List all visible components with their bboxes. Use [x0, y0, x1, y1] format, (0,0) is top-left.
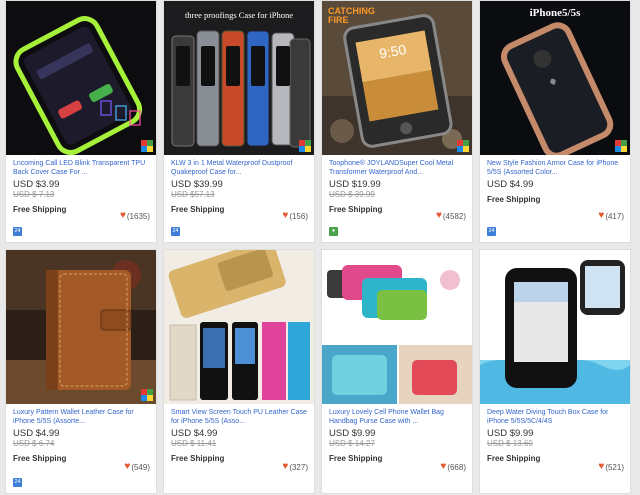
like-count[interactable]: ♥ (327)	[282, 462, 308, 472]
heart-icon[interactable]: ♥	[120, 211, 126, 221]
original-price: USD $ 6.74	[13, 439, 55, 448]
24-hour-icon: 24	[171, 227, 180, 236]
like-count[interactable]: ♥ (4582)	[436, 211, 466, 221]
like-count-text: (327)	[289, 462, 308, 472]
product-image[interactable]	[164, 250, 314, 404]
product-card[interactable]: 9:50 CATCHING FIRE Toophone® JOYLANDSupe…	[321, 0, 473, 243]
product-title[interactable]: Lncoming Call LED Blink Transparent TPU …	[13, 159, 150, 177]
product-title[interactable]: Deep Water Diving Touch Box Case for iPh…	[487, 408, 624, 426]
product-card[interactable]: Smart View Screen Touch PU Leather Case …	[163, 249, 315, 494]
heart-icon[interactable]: ♥	[598, 462, 604, 472]
product-title[interactable]: New Style Fashion Armor Case for iPhone …	[487, 159, 624, 177]
original-price: USD $57.13	[171, 190, 215, 199]
image-caption: iPhone5/5s	[529, 7, 581, 19]
product-title[interactable]: Luxury Lovely Cell Phone Wallet Bag Hand…	[329, 408, 466, 426]
product-image[interactable]	[6, 1, 156, 155]
product-image[interactable]	[480, 250, 630, 404]
product-price: USD $39.99	[171, 179, 223, 190]
like-count[interactable]: ♥ (549)	[124, 462, 150, 472]
like-count[interactable]: ♥ (156)	[282, 211, 308, 221]
product-title[interactable]: Smart View Screen Touch PU Leather Case …	[171, 408, 308, 426]
like-count[interactable]: ♥ (417)	[598, 211, 624, 221]
multicolor-badge-icon	[615, 140, 627, 152]
heart-icon[interactable]: ♥	[282, 462, 288, 472]
product-card[interactable]: Deep Water Diving Touch Box Case for iPh…	[479, 249, 631, 494]
24-hour-icon: 24	[487, 227, 496, 236]
product-price: USD $19.99	[329, 179, 381, 190]
multicolor-badge-icon	[299, 140, 311, 152]
product-image[interactable]	[6, 250, 156, 404]
product-card[interactable]: three proofings Case for iPhone KLW 3 in…	[163, 0, 315, 243]
heart-icon[interactable]: ♥	[440, 462, 446, 472]
image-caption: three proofings Case for iPhone	[184, 10, 294, 20]
heart-icon[interactable]: ♥	[436, 211, 442, 221]
original-price: USD $ 39.99	[329, 190, 375, 199]
original-price: USD $ 7.13	[13, 190, 55, 199]
product-price: USD $4.99	[171, 428, 218, 439]
product-price: USD $4.99	[13, 428, 60, 439]
shipping-label: Free Shipping	[487, 195, 541, 204]
like-count-text: (417)	[605, 211, 624, 221]
like-count-text: (549)	[131, 462, 150, 472]
original-price: USD $ 11.41	[171, 439, 217, 448]
like-count-text: (668)	[447, 462, 466, 472]
product-card[interactable]: Lncoming Call LED Blink Transparent TPU …	[5, 0, 157, 243]
product-card[interactable]: Luxury Lovely Cell Phone Wallet Bag Hand…	[321, 249, 473, 494]
product-image[interactable]	[322, 250, 472, 404]
like-count-text: (1635)	[126, 211, 150, 221]
product-image[interactable]: three proofings Case for iPhone	[164, 1, 314, 155]
location-pin-icon: ●	[329, 227, 338, 236]
original-price: USD $ 13.60	[487, 439, 533, 448]
product-card[interactable]: Luxury Pattern Wallet Leather Case for i…	[5, 249, 157, 494]
like-count[interactable]: ♥ (1635)	[120, 211, 150, 221]
like-count[interactable]: ♥ (521)	[598, 462, 624, 472]
multicolor-badge-icon	[141, 389, 153, 401]
product-price: USD $4.99	[487, 179, 534, 190]
like-count-text: (521)	[605, 462, 624, 472]
24-hour-icon: 24	[13, 478, 22, 487]
product-price: USD $3.99	[13, 179, 60, 190]
heart-icon[interactable]: ♥	[598, 211, 604, 221]
24-hour-icon: 24	[13, 227, 22, 236]
product-image[interactable]: 9:50 CATCHING FIRE	[322, 1, 472, 155]
multicolor-badge-icon	[457, 140, 469, 152]
product-grid: Lncoming Call LED Blink Transparent TPU …	[5, 0, 631, 494]
like-count[interactable]: ♥ (668)	[440, 462, 466, 472]
product-price: USD $9.99	[487, 428, 534, 439]
product-title[interactable]: Luxury Pattern Wallet Leather Case for i…	[13, 408, 150, 426]
heart-icon[interactable]: ♥	[282, 211, 288, 221]
product-card[interactable]: iPhone5/5s New Style Fashion Armor Case …	[479, 0, 631, 243]
product-title[interactable]: KLW 3 in 1 Metal Waterproof Dustproof Qu…	[171, 159, 308, 177]
product-title[interactable]: Toophone® JOYLANDSuper Cool Metal Transf…	[329, 159, 466, 177]
product-price: USD $9.99	[329, 428, 376, 439]
product-image[interactable]: iPhone5/5s	[480, 1, 630, 155]
like-count-text: (4582)	[442, 211, 466, 221]
heart-icon[interactable]: ♥	[124, 462, 130, 472]
like-count-text: (156)	[289, 211, 308, 221]
multicolor-badge-icon	[141, 140, 153, 152]
original-price: USD $ 14.27	[329, 439, 375, 448]
image-caption: CATCHING FIRE	[328, 6, 375, 25]
